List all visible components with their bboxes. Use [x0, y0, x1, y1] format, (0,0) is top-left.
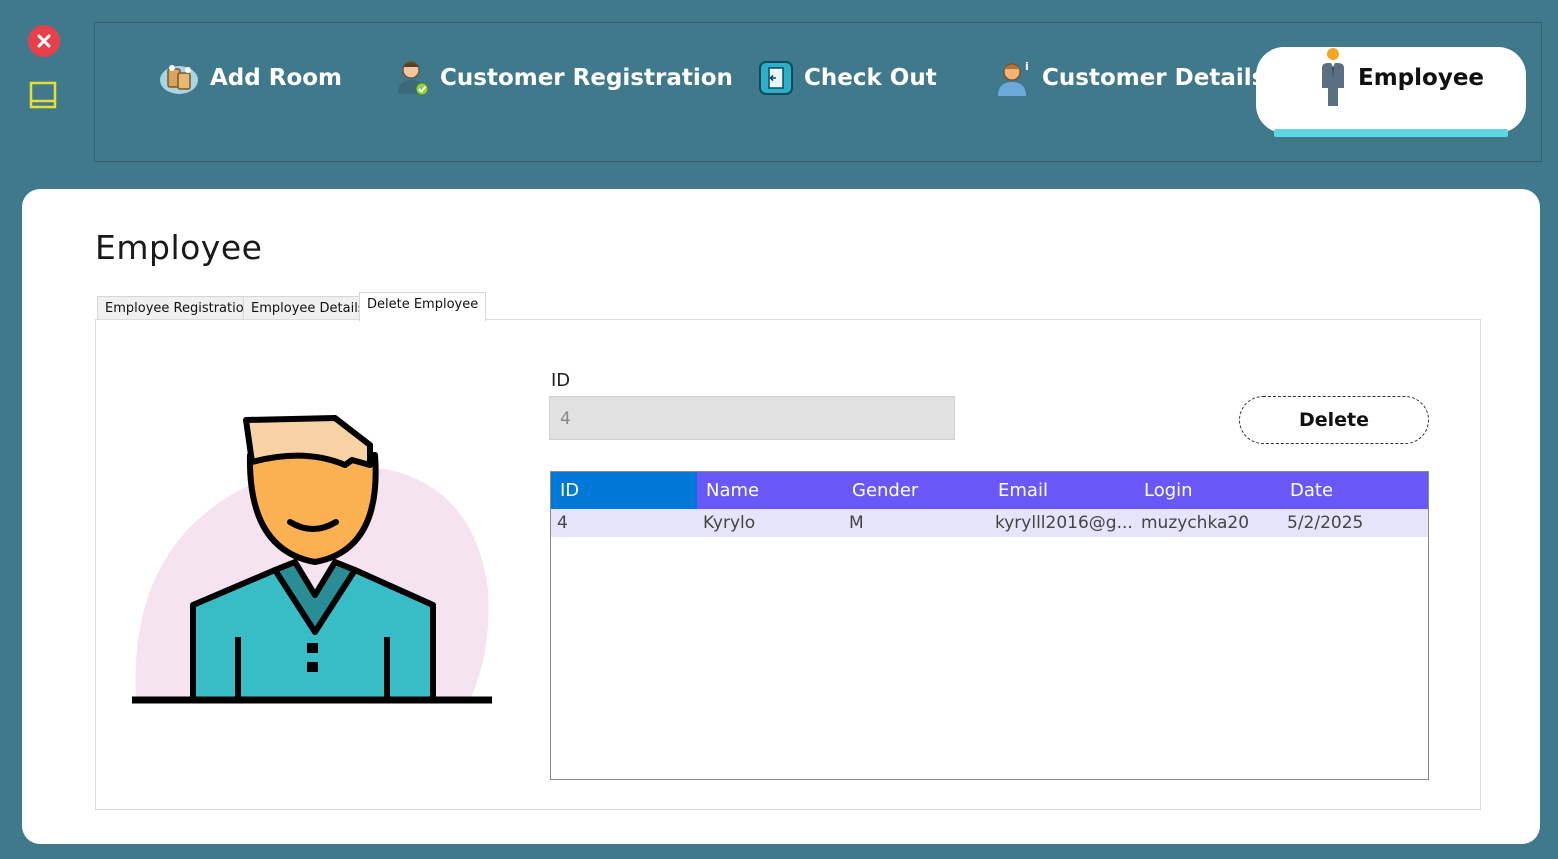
tab-employee-details[interactable]: Employee Details — [243, 296, 373, 320]
page-title: Employee — [95, 228, 263, 267]
cell-email[interactable]: kyrylll2016@g... — [989, 509, 1135, 537]
column-header-login[interactable]: Login — [1135, 472, 1281, 509]
nav-employee-label: Employee — [1358, 65, 1485, 91]
minimize-icon — [29, 81, 57, 109]
nav-customer-registration-label: Customer Registration — [440, 65, 733, 91]
column-header-name[interactable]: Name — [697, 472, 843, 509]
table-row[interactable]: 4 Kyrylo M kyrylll2016@g... muzychka20 5… — [551, 509, 1428, 537]
tab-employee-registration[interactable]: Employee Registration — [97, 296, 260, 320]
cell-gender[interactable]: M — [843, 509, 989, 537]
customer-info-icon: i — [998, 60, 1029, 96]
delete-button[interactable]: Delete — [1239, 396, 1429, 444]
cell-date[interactable]: 5/2/2025 — [1281, 509, 1427, 537]
close-icon — [37, 34, 51, 48]
minimize-button[interactable] — [28, 80, 58, 110]
column-header-gender[interactable]: Gender — [843, 472, 989, 509]
id-field[interactable]: 4 — [549, 396, 955, 440]
checkout-door-icon — [759, 61, 793, 95]
nav-customer-details-label: Customer Details — [1042, 65, 1266, 91]
nav-active-underline — [1274, 129, 1508, 137]
svg-text:i: i — [1025, 60, 1029, 73]
column-header-date[interactable]: Date — [1281, 472, 1427, 509]
tab-delete-employee[interactable]: Delete Employee — [359, 292, 487, 321]
cell-id[interactable]: 4 — [551, 509, 697, 537]
cell-name[interactable]: Kyrylo — [697, 509, 843, 537]
nav-customer-registration[interactable]: Customer Registration — [396, 58, 733, 98]
employee-icon — [1322, 48, 1344, 106]
close-button[interactable] — [28, 25, 60, 57]
id-label: ID — [551, 370, 571, 391]
grid-header: ID Name Gender Email Login Date — [551, 472, 1428, 509]
rooms-icon — [160, 65, 198, 94]
nav-employee[interactable]: Employee — [1318, 48, 1485, 106]
nav-add-room-label: Add Room — [210, 65, 343, 91]
column-header-id[interactable]: ID — [551, 472, 697, 509]
column-header-email[interactable]: Email — [989, 472, 1135, 509]
nav-customer-details[interactable]: i Customer Details — [996, 58, 1265, 98]
nav-check-out-label: Check Out — [804, 65, 937, 91]
cell-login[interactable]: muzychka20 — [1135, 509, 1281, 537]
nav-add-room[interactable]: Add Room — [158, 58, 342, 98]
employee-illustration — [132, 415, 492, 704]
customer-register-icon — [398, 61, 429, 96]
employee-grid[interactable]: ID Name Gender Email Login Date 4 Kyrylo… — [550, 471, 1429, 780]
nav-check-out[interactable]: Check Out — [758, 58, 937, 98]
